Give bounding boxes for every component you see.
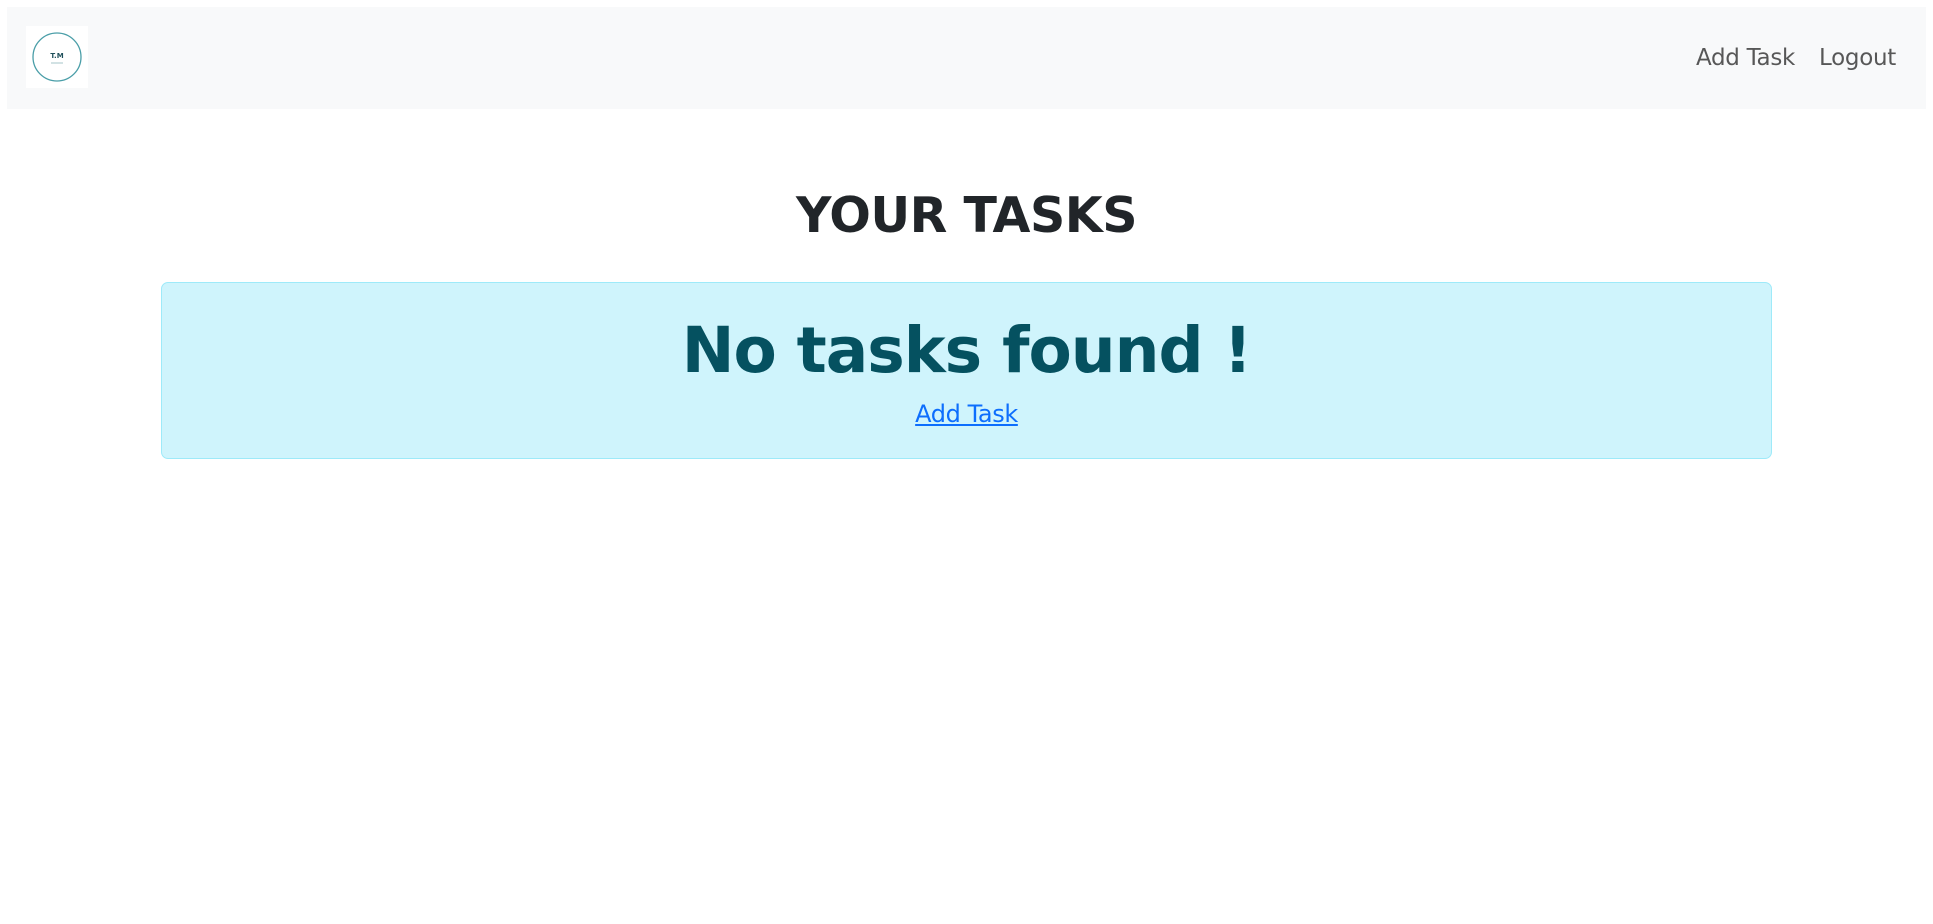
page-title: YOUR TASKS — [795, 187, 1138, 244]
navbar: T.M Add Task Logout — [7, 7, 1926, 109]
alert-add-task-link[interactable]: Add Task — [915, 400, 1018, 428]
svg-text:T.M: T.M — [50, 52, 63, 60]
alert-heading: No tasks found ! — [681, 314, 1253, 387]
alert-link-wrapper: Add Task — [162, 398, 1771, 430]
brand-logo[interactable]: T.M — [26, 26, 88, 88]
nav-add-task-link[interactable]: Add Task — [1696, 45, 1795, 71]
nav-logout-link[interactable]: Logout — [1819, 45, 1896, 71]
empty-tasks-alert: No tasks found ! Add Task — [161, 282, 1772, 459]
nav-links: Add Task Logout — [1696, 7, 1896, 109]
circle-logo-icon: T.M — [32, 32, 82, 82]
